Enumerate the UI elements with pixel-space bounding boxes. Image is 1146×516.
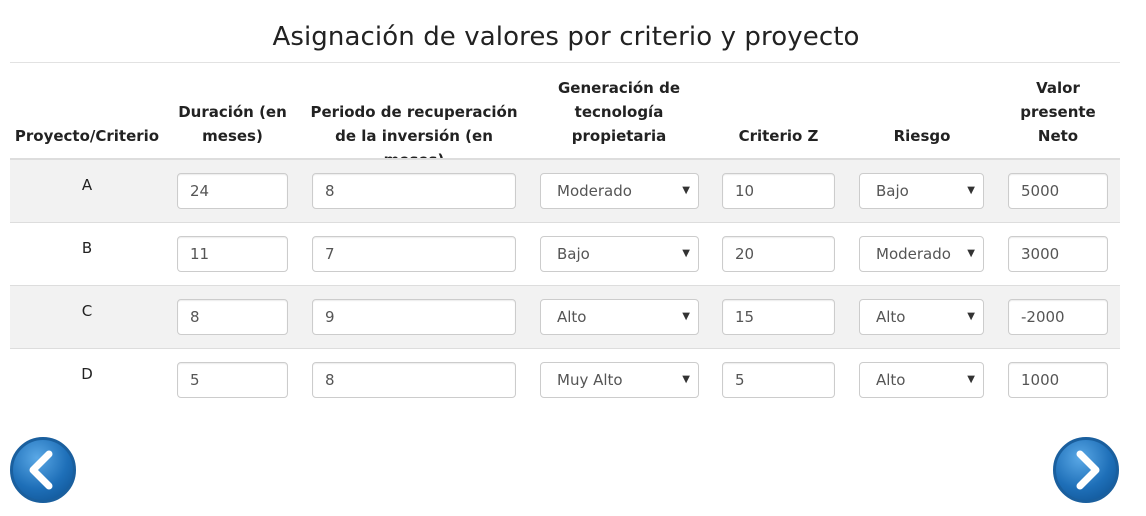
- prev-button[interactable]: [10, 437, 76, 503]
- generacion-select[interactable]: Alto ▼: [540, 299, 699, 335]
- duracion-input[interactable]: 11: [177, 236, 288, 272]
- duracion-input[interactable]: 8: [177, 299, 288, 335]
- criterio-z-input[interactable]: 10: [722, 173, 835, 209]
- header-riesgo: Riesgo: [893, 127, 951, 145]
- duracion-input[interactable]: 5: [177, 362, 288, 398]
- duracion-input[interactable]: 24: [177, 173, 288, 209]
- dropdown-arrow-icon: ▼: [682, 374, 690, 385]
- header-proyecto: Proyecto/Criterio: [14, 127, 160, 145]
- next-button[interactable]: [1053, 437, 1119, 503]
- dropdown-arrow-icon: ▼: [967, 185, 975, 196]
- vpn-input[interactable]: 5000: [1008, 173, 1108, 209]
- header-criterio-z: Criterio Z: [738, 127, 819, 145]
- dropdown-arrow-icon: ▼: [967, 248, 975, 259]
- vpn-input[interactable]: 3000: [1008, 236, 1108, 272]
- riesgo-select[interactable]: Moderado ▼: [859, 236, 984, 272]
- dropdown-arrow-icon: ▼: [682, 248, 690, 259]
- vpn-input[interactable]: -2000: [1008, 299, 1108, 335]
- dropdown-arrow-icon: ▼: [967, 374, 975, 385]
- dropdown-arrow-icon: ▼: [967, 311, 975, 322]
- generacion-select[interactable]: Moderado ▼: [540, 173, 699, 209]
- row-label: A: [81, 176, 93, 194]
- generacion-select[interactable]: Muy Alto ▼: [540, 362, 699, 398]
- riesgo-select[interactable]: Alto ▼: [859, 299, 984, 335]
- chevron-left-icon: [29, 450, 53, 490]
- row-label: D: [81, 365, 93, 383]
- criterio-z-input[interactable]: 15: [722, 299, 835, 335]
- periodo-input[interactable]: 9: [312, 299, 516, 335]
- riesgo-select[interactable]: Alto ▼: [859, 362, 984, 398]
- dropdown-arrow-icon: ▼: [682, 311, 690, 322]
- header-generacion: Generación de tecnología propietaria: [557, 79, 680, 145]
- dropdown-arrow-icon: ▼: [682, 185, 690, 196]
- header-vpn: Valor presente Neto: [1020, 79, 1096, 145]
- vpn-input[interactable]: 1000: [1008, 362, 1108, 398]
- page-title: Asignación de valores por criterio y pro…: [272, 22, 860, 52]
- periodo-input[interactable]: 8: [312, 362, 516, 398]
- generacion-select[interactable]: Bajo ▼: [540, 236, 699, 272]
- periodo-input[interactable]: 7: [312, 236, 516, 272]
- riesgo-select[interactable]: Bajo ▼: [859, 173, 984, 209]
- row-label: B: [81, 239, 93, 257]
- criterio-z-input[interactable]: 20: [722, 236, 835, 272]
- chevron-right-icon: [1076, 450, 1100, 490]
- header-duracion: Duración (en meses): [178, 103, 287, 145]
- row-label: C: [81, 302, 93, 320]
- criterio-z-input[interactable]: 5: [722, 362, 835, 398]
- periodo-input[interactable]: 8: [312, 173, 516, 209]
- title-divider: [10, 62, 1120, 63]
